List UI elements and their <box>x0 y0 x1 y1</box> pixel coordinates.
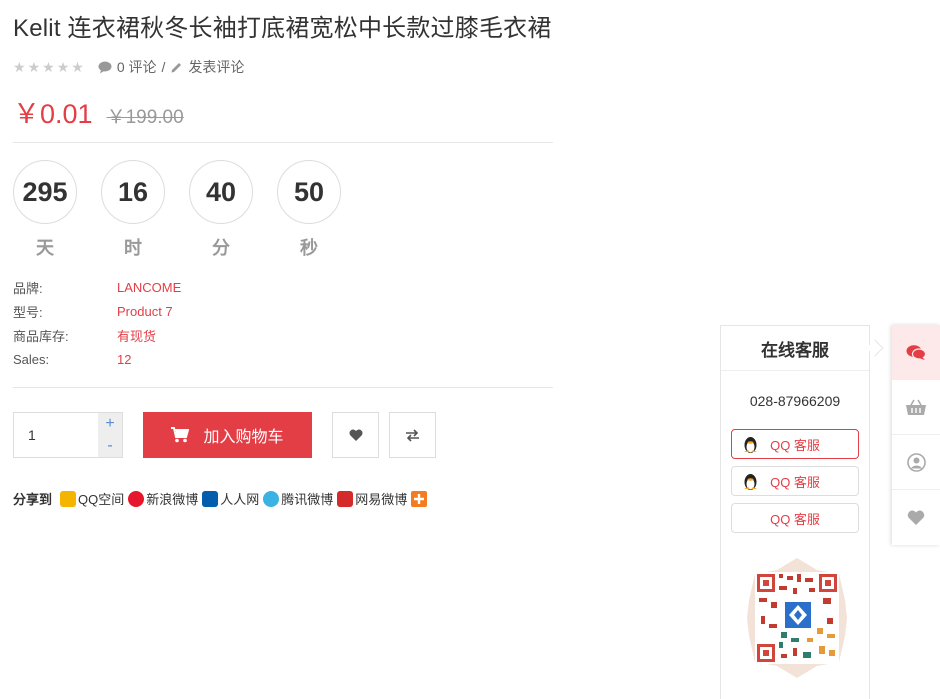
star-icon: ★ <box>42 58 55 75</box>
spec-model: 型号: Product 7 <box>13 299 181 323</box>
weibo-icon <box>128 490 145 507</box>
separator: / <box>161 59 166 75</box>
share-more-button[interactable] <box>411 490 428 507</box>
spec-list: 品牌: LANCOME 型号: Product 7 商品库存: 有现货 Sale… <box>13 275 181 371</box>
spec-label: 型号: <box>13 304 43 320</box>
tab-wishlist[interactable] <box>892 490 940 545</box>
penguin-icon <box>744 437 757 453</box>
tab-online-service[interactable] <box>892 325 940 380</box>
qq-service-button[interactable]: QQ 客服 <box>731 503 859 533</box>
rating-stars: ★ ★ ★ ★ ★ <box>13 59 84 76</box>
countdown-minutes: 40 分 <box>189 160 253 260</box>
spec-label: 品牌: <box>13 280 43 296</box>
quantity-stepper: 1 + - <box>13 412 123 458</box>
original-price: ￥199.00 <box>106 107 184 128</box>
netease-icon <box>337 490 354 507</box>
share-bar: 分享到 QQ空间 新浪微博 人人网 腾讯微博 网易微博 <box>13 489 431 508</box>
wishlist-button[interactable] <box>332 412 379 458</box>
spec-label: 商品库存: <box>13 328 69 344</box>
qzone-icon <box>60 490 77 507</box>
renren-icon <box>202 490 219 507</box>
service-title: 在线客服 <box>721 326 869 371</box>
quantity-decrease-button[interactable]: - <box>98 435 122 457</box>
quantity-buttons: + - <box>98 413 122 457</box>
share-netease-weibo[interactable]: 网易微博 <box>337 489 407 508</box>
star-icon: ★ <box>13 58 26 75</box>
current-price: ￥0.01 <box>13 99 93 129</box>
qq-service-button[interactable]: QQ 客服 <box>731 466 859 496</box>
star-icon: ★ <box>71 58 84 75</box>
side-toolbar <box>892 325 940 545</box>
star-icon: ★ <box>56 58 70 75</box>
reviews-link-group: 0 评论 / 发表评论 <box>98 57 244 77</box>
online-service-panel: 在线客服 028-87966209 QQ 客服 QQ 客服 QQ 客服 <box>720 325 870 699</box>
cart-icon <box>171 427 190 443</box>
spec-stock: 商品库存: 有现货 <box>13 323 181 347</box>
countdown-value: 50 <box>277 160 341 224</box>
qq-service-label: QQ 客服 <box>770 511 820 527</box>
countdown-value: 295 <box>13 160 77 224</box>
spec-value: 有现货 <box>117 328 157 344</box>
spec-value-link[interactable]: LANCOME <box>117 280 181 295</box>
countdown-seconds: 50 秒 <box>277 160 341 260</box>
countdown-days: 295 天 <box>13 160 77 260</box>
spec-value: 12 <box>117 351 132 367</box>
basket-icon <box>906 399 926 415</box>
heart-icon <box>907 510 925 525</box>
write-review-link[interactable]: 发表评论 <box>188 57 244 77</box>
heart-icon <box>349 429 362 441</box>
share-name: 人人网 <box>220 492 260 507</box>
quantity-input[interactable]: 1 <box>14 413 98 457</box>
price-row: ￥0.01 ￥199.00 <box>13 92 184 131</box>
share-name: 腾讯微博 <box>281 492 334 507</box>
countdown-unit: 时 <box>124 238 142 258</box>
spec-brand: 品牌: LANCOME <box>13 275 181 299</box>
share-renren[interactable]: 人人网 <box>202 489 259 508</box>
user-icon <box>906 452 926 472</box>
compare-button[interactable] <box>389 412 436 458</box>
rating-row: ★ ★ ★ ★ ★ 0 评论 / 发表评论 <box>13 57 244 77</box>
service-phone: 028-87966209 <box>749 393 841 409</box>
qq-service-button[interactable]: QQ 客服 <box>731 429 859 459</box>
pencil-icon <box>171 62 182 72</box>
qq-service-label: QQ 客服 <box>770 474 820 490</box>
add-to-cart-label: 加入购物车 <box>203 429 284 446</box>
star-icon: ★ <box>27 58 41 75</box>
countdown-unit: 分 <box>212 238 230 258</box>
countdown-unit: 天 <box>36 238 54 258</box>
spec-value: Product 7 <box>117 303 173 319</box>
share-label: 分享到 <box>13 492 53 507</box>
share-name: QQ空间 <box>78 492 125 507</box>
divider <box>13 387 553 388</box>
spec-sales: Sales: 12 <box>13 347 181 371</box>
countdown-hours: 16 时 <box>101 160 165 260</box>
product-title: Kelit 连衣裙秋冬长袖打底裙宽松中长款过膝毛衣裙 <box>13 15 552 42</box>
review-count-link[interactable]: 0 评论 <box>117 57 157 77</box>
penguin-icon <box>744 474 757 490</box>
spec-label: Sales: <box>13 351 50 367</box>
comment-icon <box>98 61 112 73</box>
share-name: 网易微博 <box>355 492 408 507</box>
share-name: 新浪微博 <box>146 492 199 507</box>
tab-cart[interactable] <box>892 380 940 435</box>
qq-service-label: QQ 客服 <box>770 437 820 453</box>
countdown-value: 16 <box>101 160 165 224</box>
share-qzone[interactable]: QQ空间 <box>60 489 124 508</box>
share-weibo[interactable]: 新浪微博 <box>128 489 198 508</box>
countdown-timer: 295 天 16 时 40 分 50 秒 <box>13 160 341 260</box>
tab-account[interactable] <box>892 435 940 490</box>
add-to-cart-button[interactable]: 加入购物车 <box>143 412 312 458</box>
share-tencent-weibo[interactable]: 腾讯微博 <box>263 489 333 508</box>
quantity-increase-button[interactable]: + <box>98 413 122 435</box>
compare-icon <box>406 428 419 442</box>
plus-icon <box>411 490 428 507</box>
countdown-value: 40 <box>189 160 253 224</box>
comment-icon <box>906 344 926 360</box>
countdown-unit: 秒 <box>300 238 318 258</box>
divider <box>13 142 553 143</box>
qr-code-image <box>747 558 847 678</box>
tencent-weibo-icon <box>263 490 280 507</box>
